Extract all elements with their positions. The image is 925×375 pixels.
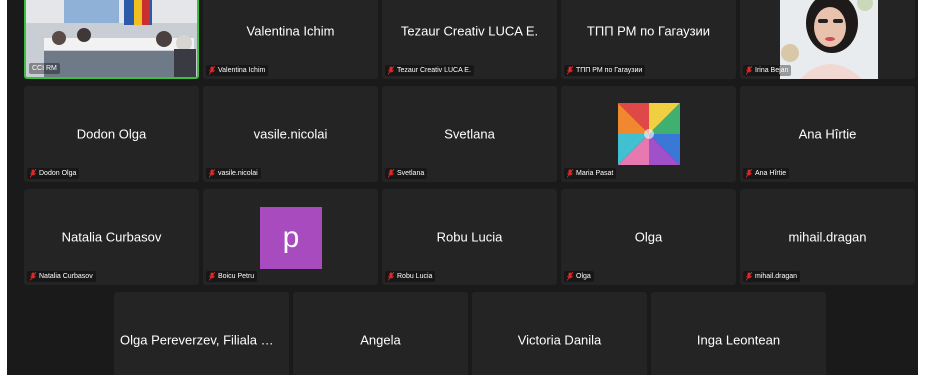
participant-tile[interactable]: Olga Olga	[561, 189, 736, 285]
participant-name: Valentina Ichim	[246, 23, 335, 39]
muted-mic-icon	[746, 272, 752, 281]
participant-label: Boicu Petru	[206, 271, 258, 282]
participant-name: Angela	[360, 332, 401, 348]
participant-name-label: mihail.dragan	[755, 273, 798, 280]
participant-label: ТПП РМ по Гагаузии	[564, 65, 646, 76]
muted-mic-icon	[746, 169, 752, 178]
participant-label: Tezaur Creativ LUCA E.	[385, 65, 474, 76]
participant-tile[interactable]: Dodon Olga Dodon Olga	[24, 86, 199, 182]
participant-name: vasile.nicolai	[253, 126, 328, 142]
muted-mic-icon	[30, 272, 36, 281]
participant-tile-cci-rm[interactable]: CCI RM	[24, 0, 199, 79]
participant-label: Olga	[564, 271, 594, 282]
participant-tile[interactable]: vasile.nicolai vasile.nicolai	[203, 86, 378, 182]
participant-name: Svetlana	[444, 126, 495, 142]
participant-name: Olga Pereverzev, Filiala Ca...	[120, 332, 289, 348]
participant-tile[interactable]: Valentina Ichim Valentina Ichim	[203, 0, 378, 79]
muted-mic-icon	[388, 169, 394, 178]
participant-label: Maria Pasat	[564, 168, 617, 179]
participant-name-label: Maria Pasat	[576, 170, 614, 177]
participant-name: mihail.dragan	[788, 229, 867, 245]
participant-label: Svetlana	[385, 168, 428, 179]
participant-name-label: Natalia Curbasov	[39, 273, 93, 280]
participant-name: Ana Hîrtie	[798, 126, 857, 142]
participant-label: Dodon Olga	[27, 168, 80, 179]
participant-tile[interactable]: Maria Pasat	[561, 86, 736, 182]
participant-label: Ana Hîrtie	[743, 168, 790, 179]
participant-label: mihail.dragan	[743, 271, 801, 282]
participant-tile[interactable]: Natalia Curbasov Natalia Curbasov	[24, 189, 199, 285]
avatar: p	[260, 207, 322, 269]
participant-name-label: CCI RM	[32, 65, 57, 72]
muted-mic-icon	[209, 169, 215, 178]
participant-name: Inga Leontean	[696, 332, 781, 348]
participant-label: Robu Lucia	[385, 271, 436, 282]
participant-tile[interactable]: Ana Hîrtie Ana Hîrtie	[740, 86, 915, 182]
participant-name-label: Olga	[576, 273, 591, 280]
participant-name: Robu Lucia	[436, 229, 503, 245]
participant-name: Natalia Curbasov	[61, 229, 162, 245]
participant-tile[interactable]: Victoria Danila	[472, 292, 647, 375]
participant-tile[interactable]: Olga Pereverzev, Filiala Ca...	[114, 292, 289, 375]
muted-mic-icon	[209, 272, 215, 281]
muted-mic-icon	[209, 66, 215, 75]
participant-label: Valentina Ichim	[206, 65, 269, 76]
participant-name-label: ТПП РМ по Гагаузии	[576, 67, 643, 74]
participant-tile[interactable]: Angela	[293, 292, 468, 375]
participant-tile[interactable]: mihail.dragan mihail.dragan	[740, 189, 915, 285]
muted-mic-icon	[567, 169, 573, 178]
participant-label: CCI RM	[29, 63, 60, 74]
participant-name-label: Valentina Ichim	[218, 67, 266, 74]
participant-name: ТПП РМ по Гагаузии	[586, 23, 711, 39]
participant-name-label: Robu Lucia	[397, 273, 433, 280]
participant-label: vasile.nicolai	[206, 168, 261, 179]
participant-name-label: Irina Bejan	[755, 67, 789, 74]
participant-name: Tezaur Creativ LUCA E.	[400, 23, 539, 39]
participant-tile[interactable]: Svetlana Svetlana	[382, 86, 557, 182]
participant-name-label: Svetlana	[397, 170, 425, 177]
muted-mic-icon	[567, 66, 573, 75]
participant-name-label: Tezaur Creativ LUCA E.	[397, 67, 471, 74]
participant-tile[interactable]: Robu Lucia Robu Lucia	[382, 189, 557, 285]
participant-name: Dodon Olga	[76, 126, 147, 142]
participant-name-label: Boicu Petru	[218, 273, 255, 280]
muted-mic-icon	[388, 272, 394, 281]
participant-name-label: Ana Hîrtie	[755, 170, 787, 177]
participant-name: Victoria Danila	[517, 332, 602, 348]
umbrella-photo-avatar	[618, 103, 680, 165]
video-gallery: CCI RM Valentina Ichim Valentina Ichim T…	[7, 0, 918, 375]
participant-tile[interactable]: Tezaur Creativ LUCA E. Tezaur Creativ LU…	[382, 0, 557, 79]
muted-mic-icon	[567, 272, 573, 281]
participant-tile[interactable]: ТПП РМ по Гагаузии ТПП РМ по Гагаузии	[561, 0, 736, 79]
participant-label: Irina Bejan	[743, 65, 792, 76]
participant-label: Natalia Curbasov	[27, 271, 96, 282]
participant-name-label: vasile.nicolai	[218, 170, 258, 177]
muted-mic-icon	[388, 66, 394, 75]
portrait-photo-video	[780, 0, 878, 79]
participant-tile[interactable]: Irina Bejan	[740, 0, 915, 79]
participant-name-label: Dodon Olga	[39, 170, 77, 177]
muted-mic-icon	[30, 169, 36, 178]
muted-mic-icon	[746, 66, 752, 75]
participant-tile[interactable]: p Boicu Petru	[203, 189, 378, 285]
participant-tile[interactable]: Inga Leontean	[651, 292, 826, 375]
participant-name: Olga	[634, 229, 663, 245]
